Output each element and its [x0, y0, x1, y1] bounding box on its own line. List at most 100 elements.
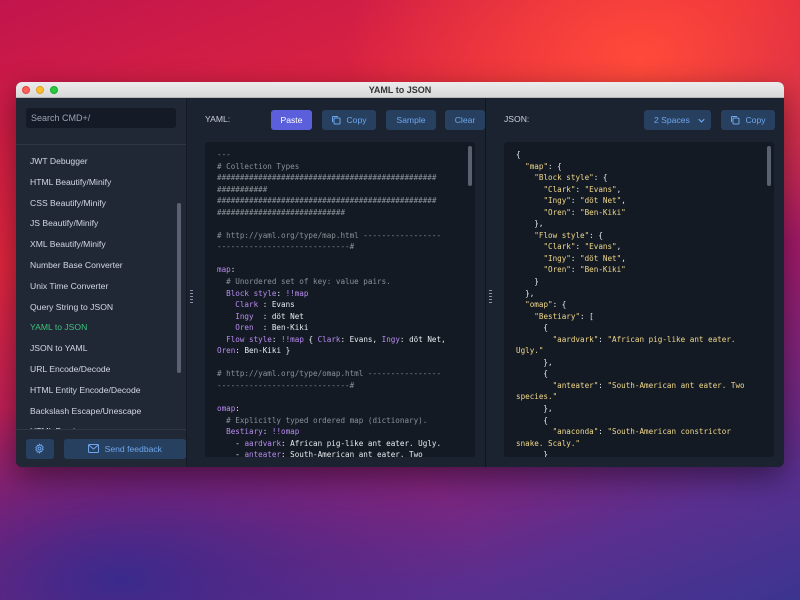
zoom-window-button[interactable] — [50, 86, 58, 94]
sidebar-item[interactable]: HTML Preview — [16, 421, 186, 429]
yaml-input-pane: YAML: Paste Copy Sample Clear --- # Coll… — [197, 98, 486, 467]
copy-output-button[interactable]: Copy — [721, 110, 775, 130]
code-token: !!map — [285, 288, 309, 298]
sidebar-item[interactable]: JSON to YAML — [16, 338, 186, 359]
code-line: ############################ — [217, 207, 463, 219]
code-line: Clark : Evans — [217, 299, 463, 311]
minimize-window-button[interactable] — [36, 86, 44, 94]
code-line: # Unordered set of key: value pairs. — [217, 276, 463, 288]
code-token: : — [570, 265, 581, 275]
sidebar-item[interactable]: HTML Beautify/Minify — [16, 172, 186, 193]
sidebar-item[interactable]: JS Beautify/Minify — [16, 213, 186, 234]
copy-icon — [332, 116, 341, 125]
search-input[interactable]: Search CMD+/ — [26, 108, 176, 128]
code-token: -----------------------------# — [217, 242, 355, 252]
json-editor-scrollbar[interactable] — [767, 146, 771, 186]
send-feedback-button[interactable]: Send feedback — [63, 438, 186, 459]
code-token: "South-American ant eater. Two — [607, 380, 745, 390]
code-token: Flow style — [217, 334, 272, 344]
window-controls — [22, 86, 58, 94]
sidebar-item[interactable]: Query String to JSON — [16, 297, 186, 318]
code-token: : — [262, 427, 272, 437]
code-line: ########### — [217, 184, 463, 196]
code-token: "Clark" — [543, 184, 576, 194]
code-token: "Ingy" — [543, 253, 571, 263]
code-token: Ingy — [217, 311, 263, 321]
code-token: # Unordered set of key: value pairs. — [217, 277, 391, 287]
sidebar-scrollbar[interactable] — [177, 203, 181, 373]
code-line: "Ingy": "döt Net", — [516, 195, 762, 207]
json-output-pane: JSON: 2 Spaces Copy { "map": { "Block st… — [496, 98, 784, 467]
sample-label: Sample — [396, 115, 426, 125]
gear-icon — [35, 443, 45, 454]
sidebar-item[interactable]: Unix Time Converter — [16, 276, 186, 297]
settings-button[interactable] — [26, 438, 54, 459]
paste-button[interactable]: Paste — [271, 110, 312, 130]
indent-select-value: 2 Spaces — [654, 115, 690, 125]
code-line: "omap": { — [516, 299, 762, 311]
code-token: "anteater" — [552, 380, 599, 390]
sidebar-item[interactable]: Number Base Converter — [16, 255, 186, 276]
code-token: Clark — [217, 300, 263, 310]
code-line: Ugly." — [516, 345, 762, 357]
sidebar-item[interactable]: YAML to JSON — [16, 317, 186, 338]
sidebar-item[interactable]: HTML Entity Encode/Decode — [16, 380, 186, 401]
code-token: Oren — [217, 323, 263, 333]
code-token: snake. Scaly." — [516, 438, 581, 448]
title-bar[interactable]: YAML to JSON — [16, 82, 784, 98]
json-label: JSON: — [504, 114, 530, 124]
code-token: "aardvark" — [552, 334, 599, 344]
code-token: - — [217, 450, 245, 457]
sidebar-item[interactable]: URL Encode/Decode — [16, 359, 186, 380]
sidebar-item[interactable]: Backslash Escape/Unescape — [16, 401, 186, 422]
sidebar-item[interactable]: XML Beautify/Minify — [16, 234, 186, 255]
code-token: : — [235, 404, 240, 414]
code-token: ########################################… — [217, 196, 437, 206]
code-token: ########### — [217, 184, 268, 194]
code-token: Clark — [317, 334, 341, 344]
json-toolbar: JSON: 2 Spaces Copy — [496, 98, 784, 142]
code-token: Bestiary — [217, 427, 263, 437]
yaml-editor-scrollbar[interactable] — [468, 146, 472, 186]
close-window-button[interactable] — [22, 86, 30, 94]
code-line: "Oren": "Ben-Kiki" — [516, 207, 762, 219]
sidebar-item[interactable]: JWT Debugger — [16, 151, 186, 172]
code-line: } — [516, 449, 762, 457]
sidebar: Search CMD+/ JWT Debugger HTML Beautify/M… — [16, 98, 187, 467]
code-token: : Evans, — [340, 334, 382, 344]
code-token: , — [616, 242, 622, 252]
sidebar-resize-handle[interactable] — [187, 98, 197, 467]
code-token: { — [516, 150, 521, 159]
json-output-editor[interactable]: { "map": { "Block style": { "Clark": "Ev… — [504, 142, 774, 457]
pane-resize-handle[interactable] — [486, 98, 496, 467]
code-token: species." — [516, 392, 558, 402]
yaml-editor[interactable]: --- # Collection Types ###################… — [205, 142, 475, 457]
copy-input-button[interactable]: Copy — [322, 110, 376, 130]
sample-button[interactable]: Sample — [386, 110, 436, 130]
code-line: "Clark": "Evans", — [516, 241, 762, 253]
code-token: # http://yaml.org/type/omap.html -------… — [217, 369, 442, 379]
code-token: , — [616, 184, 622, 194]
copy-output-label: Copy — [745, 115, 766, 125]
yaml-toolbar: YAML: Paste Copy Sample Clear — [197, 98, 485, 142]
code-token: }, — [516, 288, 535, 298]
clear-button[interactable]: Clear — [445, 110, 485, 130]
code-line: -----------------------------# — [217, 380, 463, 392]
code-token: : — [230, 265, 236, 275]
code-token: : döt Net — [262, 311, 304, 321]
code-token: : — [570, 253, 581, 263]
window-title: YAML to JSON — [368, 84, 432, 95]
sidebar-item[interactable]: CSS Beautify/Minify — [16, 193, 186, 214]
indent-select[interactable]: 2 Spaces — [644, 110, 711, 130]
code-line: { — [516, 368, 762, 380]
code-token: "map" — [525, 161, 549, 171]
code-token: "Clark" — [543, 242, 576, 252]
